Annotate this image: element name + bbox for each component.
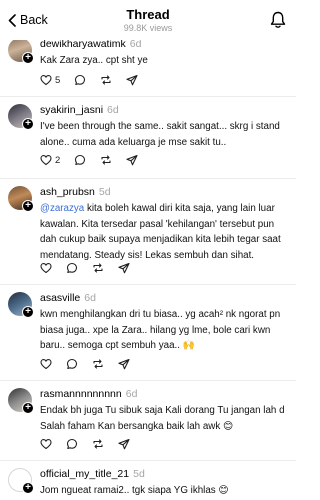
view-count: 99.8K views [123,23,173,33]
follow-plus-icon[interactable]: + [22,52,34,64]
heart-icon [40,439,52,450]
follow-plus-icon[interactable]: + [22,402,34,414]
share-button[interactable] [118,262,130,274]
thread-post: + dewikharyawatimk 6d Kak Zara zya.. cpt … [0,36,296,98]
divider [0,460,296,461]
repost-icon [101,155,111,165]
like-count: 5 [55,74,61,86]
follow-plus-icon[interactable]: + [22,306,34,318]
comment-icon [66,438,78,450]
comment-button[interactable] [74,154,86,166]
heart-icon [40,359,52,370]
post-text: @zarazya kita boleh kawal diri kita saja… [40,201,290,263]
send-icon [126,74,138,86]
post-text: Jom ngueat ramai2.. tgk siapa YG ikhlas … [40,485,229,496]
repost-button[interactable] [92,262,104,274]
like-button[interactable]: 2 [40,154,60,166]
divider [0,380,296,381]
follow-plus-icon[interactable]: + [22,200,34,212]
username[interactable]: rasmannnnnnnnn 6d [40,388,137,400]
follow-plus-icon[interactable]: + [22,118,34,130]
post-text: kwn menghilangkan dri tu biasa.. yg acah… [40,309,281,351]
username-text: ash_prubsn [40,186,95,198]
username[interactable]: asasville 6d [40,292,96,304]
username-text: asasville [40,292,81,304]
username-text: syakirin_jasni [40,104,104,116]
thread-post: + official_my_title_21 5d Jom ngueat rama… [0,466,296,500]
post-text: Kak Zara zya.. cpt sht ye [40,55,148,66]
share-button[interactable] [118,438,130,450]
repost-button[interactable] [100,154,112,166]
post-time: 6d [84,292,96,304]
mention-link[interactable]: @zarazya [40,203,84,214]
username[interactable]: ash_prubsn 5d [40,186,111,198]
post-time: 5d [133,468,145,480]
repost-icon [93,439,103,449]
post-time: 5d [98,186,111,198]
like-button[interactable] [40,438,52,450]
bell-icon[interactable] [270,11,286,29]
like-button[interactable] [40,358,52,370]
thread-post: + syakirin_jasni 6d I've been through the… [0,102,296,178]
post-time: 6d [107,104,119,116]
comment-icon [75,74,86,86]
divider [0,178,296,179]
thread-post: + ash_prubsn 5d @zarazya kita boleh kawal… [0,184,296,284]
share-button[interactable] [118,358,130,370]
post-actions: 2 [40,154,152,166]
send-icon [118,262,130,274]
heart-icon [40,263,52,274]
like-count: 2 [55,154,61,166]
post-time: 6d [125,388,138,400]
heart-icon [40,75,52,86]
thread-post: + rasmannnnnnnnn 6d Endak bh juga Tu sibu… [0,386,296,462]
send-icon [126,154,138,166]
send-icon [118,438,130,450]
post-actions [40,438,144,450]
divider [0,96,296,97]
divider [0,284,296,285]
post-actions: 5 [40,74,152,86]
username[interactable]: syakirin_jasni 6d [40,104,119,116]
heart-icon [40,155,52,166]
post-text: I've been through the same.. sakit sanga… [40,121,280,148]
repost-icon [93,359,103,369]
post-actions [40,262,144,274]
like-button[interactable] [40,262,52,274]
page-title: Thread [126,7,170,22]
post-text: Endak bh juga Tu sibuk saja Kali dorang … [40,405,285,432]
comment-button[interactable] [66,438,78,450]
username-text: rasmannnnnnnnn [40,388,122,400]
repost-icon [101,75,111,85]
comment-button[interactable] [66,358,78,370]
comment-button[interactable] [66,262,78,274]
repost-button[interactable] [92,358,104,370]
repost-button[interactable] [92,438,104,450]
like-button[interactable]: 5 [40,74,60,86]
follow-plus-icon[interactable]: + [22,482,34,494]
username[interactable]: official_my_title_21 5d [40,468,145,480]
share-button[interactable] [126,154,138,166]
send-icon [118,358,130,370]
repost-icon [93,263,103,273]
thread-post: + asasville 6d kwn menghilangkan dri tu b… [0,290,296,382]
thread-header: Back Thread 99.8K views [0,0,296,40]
comment-icon [75,154,86,166]
post-actions [40,358,144,370]
comment-button[interactable] [74,74,86,86]
comment-icon [66,358,78,370]
repost-button[interactable] [100,74,112,86]
comment-icon [66,262,78,274]
username-text: official_my_title_21 [40,468,130,480]
share-button[interactable] [126,74,138,86]
